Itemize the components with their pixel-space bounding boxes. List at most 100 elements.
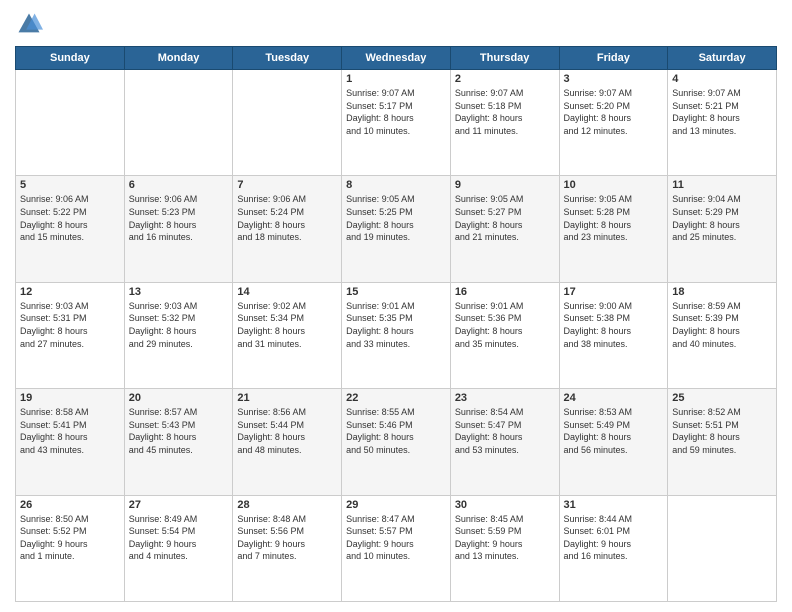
day-detail: Sunrise: 9:07 AM Sunset: 5:18 PM Dayligh… [455,87,555,137]
day-detail: Sunrise: 8:49 AM Sunset: 5:54 PM Dayligh… [129,513,229,563]
day-number: 21 [237,392,337,404]
weekday-header-row: SundayMondayTuesdayWednesdayThursdayFrid… [16,47,777,70]
calendar-cell: 1 Sunrise: 9:07 AM Sunset: 5:17 PM Daylig… [342,70,451,176]
calendar-cell: 4 Sunrise: 9:07 AM Sunset: 5:21 PM Daylig… [668,70,777,176]
calendar-cell: 28 Sunrise: 8:48 AM Sunset: 5:56 PM Dayli… [233,495,342,601]
calendar-cell: 20Sunrise: 8:57 AM Sunset: 5:43 PM Dayli… [124,389,233,495]
day-detail: Sunrise: 9:04 AM Sunset: 5:29 PM Dayligh… [672,193,772,243]
calendar-cell: 27 Sunrise: 8:49 AM Sunset: 5:54 PM Dayli… [124,495,233,601]
day-number: 14 [237,286,337,298]
weekday-header-thursday: Thursday [450,47,559,70]
day-detail: Sunrise: 8:47 AM Sunset: 5:57 PM Dayligh… [346,513,446,563]
day-number: 17 [564,286,664,298]
day-detail: Sunrise: 9:06 AM Sunset: 5:24 PM Dayligh… [237,193,337,243]
day-number: 1 [346,73,446,85]
calendar-cell: 6 Sunrise: 9:06 AM Sunset: 5:23 PM Daylig… [124,176,233,282]
calendar-cell [668,495,777,601]
day-detail: Sunrise: 9:06 AM Sunset: 5:23 PM Dayligh… [129,193,229,243]
day-number: 2 [455,73,555,85]
day-detail: Sunrise: 8:53 AM Sunset: 5:49 PM Dayligh… [564,406,664,456]
day-detail: Sunrise: 8:57 AM Sunset: 5:43 PM Dayligh… [129,406,229,456]
day-number: 4 [672,73,772,85]
day-detail: Sunrise: 8:48 AM Sunset: 5:56 PM Dayligh… [237,513,337,563]
day-detail: Sunrise: 9:02 AM Sunset: 5:34 PM Dayligh… [237,300,337,350]
day-detail: Sunrise: 9:07 AM Sunset: 5:20 PM Dayligh… [564,87,664,137]
day-number: 7 [237,179,337,191]
day-detail: Sunrise: 9:06 AM Sunset: 5:22 PM Dayligh… [20,193,120,243]
calendar-week-5: 26 Sunrise: 8:50 AM Sunset: 5:52 PM Dayli… [16,495,777,601]
day-number: 8 [346,179,446,191]
day-detail: Sunrise: 8:58 AM Sunset: 5:41 PM Dayligh… [20,406,120,456]
calendar-cell: 9 Sunrise: 9:05 AM Sunset: 5:27 PM Daylig… [450,176,559,282]
day-detail: Sunrise: 8:50 AM Sunset: 5:52 PM Dayligh… [20,513,120,563]
calendar-cell: 5 Sunrise: 9:06 AM Sunset: 5:22 PM Daylig… [16,176,125,282]
logo-icon [15,10,43,38]
day-detail: Sunrise: 9:03 AM Sunset: 5:32 PM Dayligh… [129,300,229,350]
day-number: 19 [20,392,120,404]
day-detail: Sunrise: 8:44 AM Sunset: 6:01 PM Dayligh… [564,513,664,563]
day-detail: Sunrise: 8:52 AM Sunset: 5:51 PM Dayligh… [672,406,772,456]
calendar-cell: 23 Sunrise: 8:54 AM Sunset: 5:47 PM Dayli… [450,389,559,495]
day-number: 11 [672,179,772,191]
day-detail: Sunrise: 9:01 AM Sunset: 5:35 PM Dayligh… [346,300,446,350]
day-detail: Sunrise: 9:05 AM Sunset: 5:25 PM Dayligh… [346,193,446,243]
day-detail: Sunrise: 8:54 AM Sunset: 5:47 PM Dayligh… [455,406,555,456]
day-detail: Sunrise: 9:01 AM Sunset: 5:36 PM Dayligh… [455,300,555,350]
calendar-cell: 14 Sunrise: 9:02 AM Sunset: 5:34 PM Dayli… [233,282,342,388]
day-number: 6 [129,179,229,191]
day-detail: Sunrise: 8:59 AM Sunset: 5:39 PM Dayligh… [672,300,772,350]
calendar-cell [16,70,125,176]
day-number: 12 [20,286,120,298]
weekday-header-friday: Friday [559,47,668,70]
weekday-header-saturday: Saturday [668,47,777,70]
day-detail: Sunrise: 9:05 AM Sunset: 5:27 PM Dayligh… [455,193,555,243]
page-header [15,10,777,38]
calendar-table: SundayMondayTuesdayWednesdayThursdayFrid… [15,46,777,602]
calendar-cell: 10 Sunrise: 9:05 AM Sunset: 5:28 PM Dayli… [559,176,668,282]
calendar-cell: 22 Sunrise: 8:55 AM Sunset: 5:46 PM Dayli… [342,389,451,495]
calendar-cell: 13 Sunrise: 9:03 AM Sunset: 5:32 PM Dayli… [124,282,233,388]
day-number: 24 [564,392,664,404]
calendar-week-4: 19 Sunrise: 8:58 AM Sunset: 5:41 PM Dayli… [16,389,777,495]
calendar-cell: 17Sunrise: 9:00 AM Sunset: 5:38 PM Dayli… [559,282,668,388]
calendar-cell: 26 Sunrise: 8:50 AM Sunset: 5:52 PM Dayli… [16,495,125,601]
calendar-cell: 8 Sunrise: 9:05 AM Sunset: 5:25 PM Daylig… [342,176,451,282]
calendar-cell: 15 Sunrise: 9:01 AM Sunset: 5:35 PM Dayli… [342,282,451,388]
day-number: 26 [20,499,120,511]
day-detail: Sunrise: 8:55 AM Sunset: 5:46 PM Dayligh… [346,406,446,456]
day-detail: Sunrise: 9:05 AM Sunset: 5:28 PM Dayligh… [564,193,664,243]
weekday-header-tuesday: Tuesday [233,47,342,70]
calendar-cell: 3 Sunrise: 9:07 AM Sunset: 5:20 PM Daylig… [559,70,668,176]
weekday-header-wednesday: Wednesday [342,47,451,70]
calendar-cell: 24 Sunrise: 8:53 AM Sunset: 5:49 PM Dayli… [559,389,668,495]
day-number: 25 [672,392,772,404]
day-number: 9 [455,179,555,191]
calendar-cell: 29Sunrise: 8:47 AM Sunset: 5:57 PM Dayli… [342,495,451,601]
calendar-cell: 7 Sunrise: 9:06 AM Sunset: 5:24 PM Daylig… [233,176,342,282]
day-number: 28 [237,499,337,511]
day-detail: Sunrise: 9:07 AM Sunset: 5:21 PM Dayligh… [672,87,772,137]
weekday-header-monday: Monday [124,47,233,70]
calendar-cell: 31Sunrise: 8:44 AM Sunset: 6:01 PM Dayli… [559,495,668,601]
day-detail: Sunrise: 9:03 AM Sunset: 5:31 PM Dayligh… [20,300,120,350]
day-number: 23 [455,392,555,404]
calendar-cell: 2 Sunrise: 9:07 AM Sunset: 5:18 PM Daylig… [450,70,559,176]
calendar-cell: 18Sunrise: 8:59 AM Sunset: 5:39 PM Dayli… [668,282,777,388]
day-detail: Sunrise: 8:45 AM Sunset: 5:59 PM Dayligh… [455,513,555,563]
day-number: 22 [346,392,446,404]
day-number: 10 [564,179,664,191]
logo [15,10,47,38]
day-number: 15 [346,286,446,298]
day-number: 13 [129,286,229,298]
day-number: 3 [564,73,664,85]
day-number: 27 [129,499,229,511]
day-detail: Sunrise: 8:56 AM Sunset: 5:44 PM Dayligh… [237,406,337,456]
calendar-week-1: 1 Sunrise: 9:07 AM Sunset: 5:17 PM Daylig… [16,70,777,176]
day-detail: Sunrise: 9:07 AM Sunset: 5:17 PM Dayligh… [346,87,446,137]
calendar-cell: 16Sunrise: 9:01 AM Sunset: 5:36 PM Dayli… [450,282,559,388]
day-number: 5 [20,179,120,191]
weekday-header-sunday: Sunday [16,47,125,70]
calendar-cell: 19 Sunrise: 8:58 AM Sunset: 5:41 PM Dayli… [16,389,125,495]
calendar-cell: 21 Sunrise: 8:56 AM Sunset: 5:44 PM Dayli… [233,389,342,495]
day-number: 30 [455,499,555,511]
